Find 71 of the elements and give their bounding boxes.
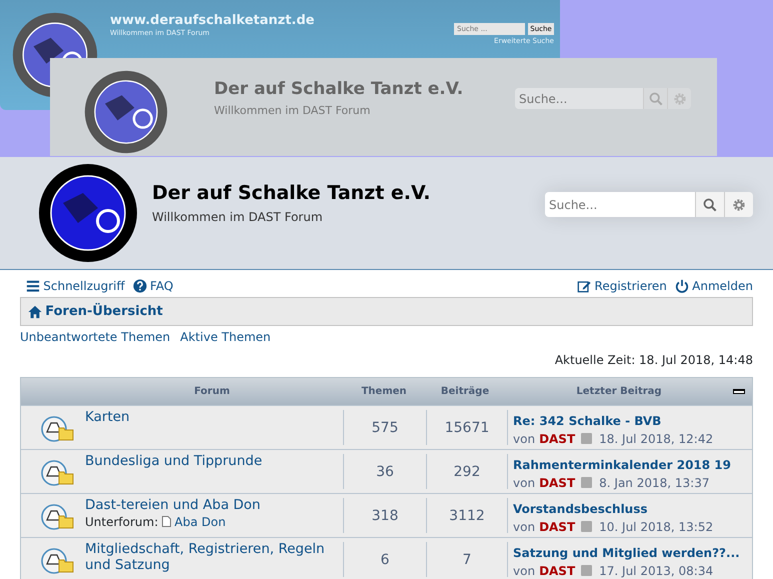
site-description: Willkommen im DAST Forum [214,102,372,118]
column-header: Themen [360,384,408,398]
forum-folder-icon [41,548,75,574]
gear-icon [672,92,686,106]
breadcrumb-link[interactable]: Foren-Übersicht [28,302,163,322]
subforum-label: Unterforum: [85,514,158,530]
by-label: von [513,518,536,536]
author-link[interactable]: DAST [539,562,576,579]
last-post-link[interactable]: Re: 342 Schalke - BVB [513,412,752,430]
subforum-link[interactable]: Aba Don [162,512,226,530]
column-header: Forum [194,384,230,398]
search-field[interactable]: Suche... [515,88,643,109]
help-icon [132,278,147,292]
post-count: 292 [452,462,482,482]
nav-link[interactable]: FAQ [132,276,174,294]
topic-count: 36 [375,462,395,482]
by-label: von [513,430,536,448]
forum-title-link[interactable]: Mitgliedschaft, Registrieren, Regeln und Satzung [85,540,343,572]
forum-folder-icon [41,504,75,530]
forum-folder-icon [41,460,75,486]
current-time: Aktuelle Zeit: 18. Jul 2018, 14:48 [554,353,753,367]
search-icon [648,92,662,106]
by-label: von [513,474,536,492]
forum-title-link[interactable]: Karten [85,408,130,424]
forum-folder-icon [41,416,75,442]
topic-count: 575 [370,418,400,438]
site-description: Willkommen im DAST Forum [152,208,324,226]
edit-icon [577,278,592,292]
site-title[interactable]: Der auf Schalke Tanzt e.V. [214,77,464,102]
site-title[interactable]: Der auf Schalke Tanzt e.V. [152,179,430,208]
collapse-icon[interactable] [733,388,745,394]
menu-icon [26,278,40,292]
author-link[interactable]: DAST [539,430,576,448]
quick-link[interactable]: Unbeantwortete Themen [20,328,170,346]
view-post-icon[interactable] [581,565,592,576]
forum-title-link[interactable]: Bundesliga und Tipprunde [85,452,262,468]
by-label: von [513,562,536,579]
topic-count: 6 [380,550,390,570]
logo-drawing[interactable] [38,163,138,263]
nav-link[interactable]: Schnellzugriff [26,276,125,294]
last-post-link[interactable]: Rahmenterminkalender 2018 19 [513,456,752,474]
post-count: 15671 [444,418,490,438]
column-header: Beiträge [440,384,490,398]
quick-link[interactable]: Aktive Themen [180,328,271,346]
nav-link[interactable]: Anmelden [674,276,753,294]
search-button[interactable] [695,192,724,217]
page-icon [162,516,172,527]
power-icon [674,278,689,292]
last-post-link[interactable]: Vorstandsbeschluss [513,500,752,518]
last-post-link[interactable]: Satzung und Mitglied werden??... [513,544,752,562]
topic-count: 318 [370,506,400,526]
post-date: 18. Jul 2018, 12:42 [599,430,714,448]
view-post-icon[interactable] [581,433,592,444]
logo-drawing[interactable] [84,70,168,154]
view-post-icon[interactable] [581,521,592,532]
search-icon [703,198,717,212]
search-field[interactable]: Suche... [545,192,695,217]
gear-icon [732,198,746,212]
view-post-icon[interactable] [581,477,592,488]
post-date: 10. Jul 2018, 13:52 [599,518,714,536]
post-count: 7 [462,550,472,570]
post-date: 8. Jan 2018, 13:37 [599,474,710,492]
post-date: 17. Jul 2013, 08:34 [599,562,714,579]
post-count: 3112 [448,506,486,526]
home-icon [28,304,42,318]
column-header: Letzter Beitrag [575,384,663,398]
forum-title-link[interactable]: Dast-tereien und Aba Don [85,496,260,512]
settings-button[interactable] [724,192,753,217]
nav-link[interactable]: Registrieren [577,276,667,294]
author-link[interactable]: DAST [539,474,576,492]
author-link[interactable]: DAST [539,518,576,536]
